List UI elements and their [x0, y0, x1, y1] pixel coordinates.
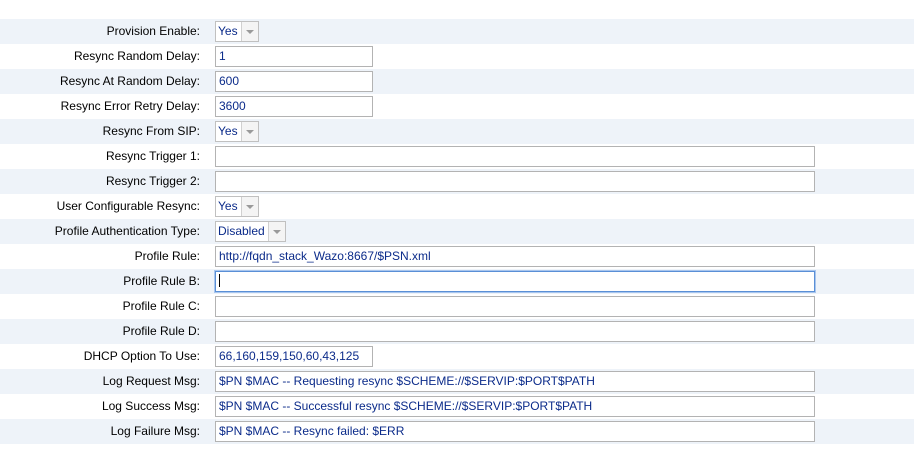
- setting-row-log-request-msg: Log Request Msg: $PN $MAC -- Requesting r…: [0, 369, 914, 394]
- profile-rule-d-input[interactable]: [215, 321, 815, 342]
- user-configurable-resync-selected-value: Yes: [218, 199, 238, 213]
- resync-at-random-delay-input-value: 600: [219, 74, 240, 88]
- setting-row-resync-random-delay: Resync Random Delay: 1: [0, 44, 914, 69]
- resync-from-sip-selected-value: Yes: [218, 124, 238, 138]
- setting-row-profile-rule-c: Profile Rule C:: [0, 294, 914, 319]
- profile-authentication-type-label: Profile Authentication Type:: [54, 224, 200, 238]
- user-configurable-resync-select[interactable]: Yes: [215, 196, 259, 217]
- setting-row-profile-rule: Profile Rule: http://fqdn_stack_Wazo:8667…: [0, 244, 914, 269]
- log-request-msg-label: Log Request Msg:: [102, 374, 200, 388]
- provisioning-settings-form: Provision Enable: Yes Resync Random Delay:…: [0, 19, 914, 444]
- setting-row-profile-authentication-type: Profile Authentication Type: Disabled: [0, 219, 914, 244]
- setting-row-profile-rule-d: Profile Rule D:: [0, 319, 914, 344]
- log-failure-msg-input-value: $PN $MAC -- Resync failed: $ERR: [219, 424, 405, 438]
- resync-error-retry-delay-input[interactable]: 3600: [215, 96, 373, 117]
- profile-rule-input[interactable]: http://fqdn_stack_Wazo:8667/$PSN.xml: [215, 246, 815, 267]
- setting-row-resync-from-sip: Resync From SIP: Yes: [0, 119, 914, 144]
- resync-trigger-2-input[interactable]: [215, 171, 815, 192]
- chevron-down-icon[interactable]: [240, 197, 258, 216]
- profile-rule-c-label: Profile Rule C:: [122, 299, 200, 313]
- log-failure-msg-input[interactable]: $PN $MAC -- Resync failed: $ERR: [215, 421, 815, 442]
- profile-rule-d-label: Profile Rule D:: [122, 324, 200, 338]
- setting-row-resync-error-retry-delay: Resync Error Retry Delay: 3600: [0, 94, 914, 119]
- resync-random-delay-input[interactable]: 1: [215, 46, 373, 67]
- user-configurable-resync-label: User Configurable Resync:: [56, 199, 200, 213]
- resync-trigger-1-label: Resync Trigger 1:: [105, 149, 200, 163]
- setting-row-resync-at-random-delay: Resync At Random Delay: 600: [0, 69, 914, 94]
- log-success-msg-label: Log Success Msg:: [101, 399, 200, 413]
- setting-row-log-failure-msg: Log Failure Msg: $PN $MAC -- Resync faile…: [0, 419, 914, 444]
- resync-at-random-delay-label: Resync At Random Delay:: [59, 74, 200, 88]
- setting-row-log-success-msg: Log Success Msg: $PN $MAC -- Successful r…: [0, 394, 914, 419]
- log-failure-msg-label: Log Failure Msg:: [110, 424, 200, 438]
- chevron-down-icon[interactable]: [240, 122, 258, 141]
- setting-row-profile-rule-b: Profile Rule B:: [0, 269, 914, 294]
- setting-row-user-configurable-resync: User Configurable Resync: Yes: [0, 194, 914, 219]
- dhcp-option-to-use-input[interactable]: 66,160,159,150,60,43,125: [215, 346, 373, 367]
- log-success-msg-input[interactable]: $PN $MAC -- Successful resync $SCHEME://…: [215, 396, 815, 417]
- resync-from-sip-select[interactable]: Yes: [215, 121, 259, 142]
- profile-rule-b-label: Profile Rule B:: [123, 274, 200, 288]
- profile-rule-b-input[interactable]: [215, 271, 815, 292]
- setting-row-resync-trigger-1: Resync Trigger 1:: [0, 144, 914, 169]
- profile-authentication-type-select[interactable]: Disabled: [215, 221, 286, 242]
- profile-rule-c-input[interactable]: [215, 296, 815, 317]
- resync-error-retry-delay-label: Resync Error Retry Delay:: [60, 99, 200, 113]
- setting-row-dhcp-option-to-use: DHCP Option To Use: 66,160,159,150,60,43,…: [0, 344, 914, 369]
- provision-enable-select[interactable]: Yes: [215, 21, 259, 42]
- dhcp-option-to-use-input-value: 66,160,159,150,60,43,125: [219, 349, 360, 363]
- resync-trigger-2-label: Resync Trigger 2:: [105, 174, 200, 188]
- provision-enable-label: Provision Enable:: [106, 24, 200, 38]
- resync-from-sip-label: Resync From SIP:: [102, 124, 200, 138]
- log-success-msg-input-value: $PN $MAC -- Successful resync $SCHEME://…: [219, 399, 593, 413]
- log-request-msg-input[interactable]: $PN $MAC -- Requesting resync $SCHEME://…: [215, 371, 815, 392]
- chevron-down-icon[interactable]: [267, 222, 285, 241]
- resync-at-random-delay-input[interactable]: 600: [215, 71, 373, 92]
- chevron-down-icon[interactable]: [240, 22, 258, 41]
- resync-trigger-1-input[interactable]: [215, 146, 815, 167]
- log-request-msg-input-value: $PN $MAC -- Requesting resync $SCHEME://…: [219, 374, 595, 388]
- resync-error-retry-delay-input-value: 3600: [219, 99, 246, 113]
- profile-rule-input-value: http://fqdn_stack_Wazo:8667/$PSN.xml: [219, 249, 431, 263]
- setting-row-provision-enable: Provision Enable: Yes: [0, 19, 914, 44]
- resync-random-delay-input-value: 1: [219, 49, 226, 63]
- profile-rule-label: Profile Rule:: [134, 249, 200, 263]
- resync-random-delay-label: Resync Random Delay:: [73, 49, 200, 63]
- setting-row-resync-trigger-2: Resync Trigger 2:: [0, 169, 914, 194]
- dhcp-option-to-use-label: DHCP Option To Use:: [83, 349, 200, 363]
- profile-authentication-type-selected-value: Disabled: [218, 224, 265, 238]
- text-caret: [219, 274, 220, 288]
- provision-enable-selected-value: Yes: [218, 24, 238, 38]
